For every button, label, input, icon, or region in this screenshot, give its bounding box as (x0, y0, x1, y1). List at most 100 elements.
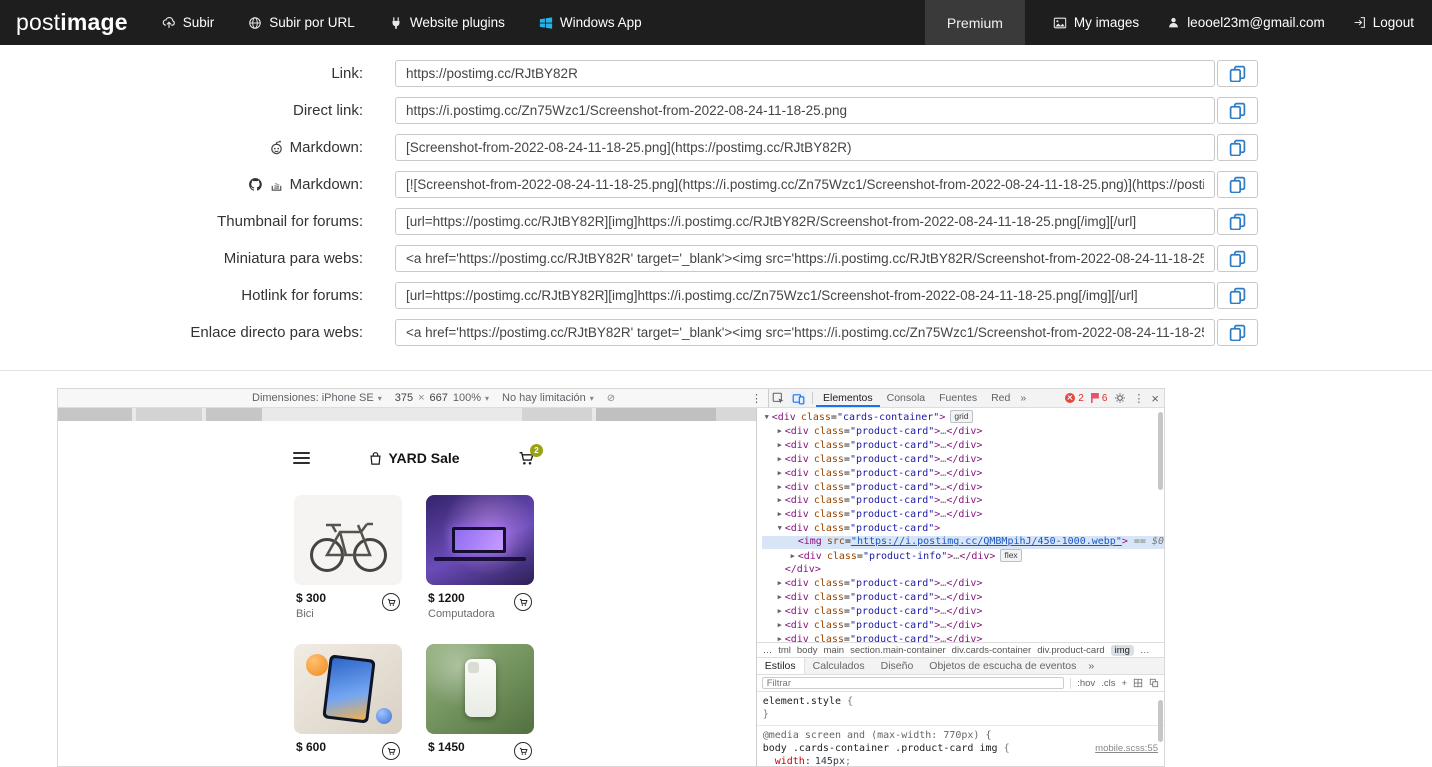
issues-flag-icon (1090, 393, 1099, 403)
add-to-cart-icon (382, 593, 400, 611)
copy-direct-web-button[interactable] (1217, 319, 1258, 346)
my-images-link[interactable]: My images (1053, 15, 1139, 30)
expand-arrow-icon: ▶ (777, 592, 782, 601)
copy-hotlink-forums-button[interactable] (1217, 282, 1258, 309)
copy-thumbnail-forums-button[interactable] (1217, 208, 1258, 235)
hotlink-forums-input[interactable] (395, 282, 1215, 309)
product-grid: $ 300 Bici $ 1200 Computadora $ 600 $ 14… (279, 495, 549, 760)
link-label: Link: (331, 65, 363, 82)
device-select: Dimensiones: iPhone SE ▾ (252, 392, 382, 404)
selected-node-marker: == $0 (1133, 536, 1164, 548)
tree-node-product-info: ▶<divclass=product-info>…</div>flex (762, 549, 1164, 564)
expand-arrow-icon: ▶ (777, 454, 782, 463)
error-count: 2 (1078, 392, 1084, 404)
product-photo-computer (426, 495, 534, 585)
styles-tab: Estilos (756, 658, 805, 674)
styles-filter-input (761, 677, 1065, 689)
throttling-select: No hay limitación ▾ (502, 392, 594, 404)
no-throttle-icon: ⊘ (606, 392, 616, 404)
cloud-upload-icon (162, 16, 176, 30)
scrollbar-thumb (1158, 412, 1163, 490)
direct-web-input[interactable] (395, 319, 1215, 346)
nav-upload[interactable]: Subir (162, 15, 214, 30)
kebab-menu-icon: ⋮ (751, 392, 762, 405)
scrollbar-thumb (1158, 700, 1163, 742)
product-price: $ 1200 (428, 591, 465, 605)
error-badge: 2 (1065, 393, 1084, 404)
logo-text-bold: image (60, 9, 128, 35)
logout-icon (1353, 16, 1366, 29)
nav-windows-app-label: Windows App (559, 15, 642, 30)
tree-node-product-card: ▶<divclass=product-card>…</div> (762, 605, 1164, 619)
tree-node-img-selected: <imgsrc=https://i.postimg.cc/QMBMpihJ/45… (761, 536, 1164, 550)
thumbnail-web-input[interactable] (395, 245, 1215, 272)
github-icon (248, 177, 263, 192)
issue-count: 6 (1101, 392, 1108, 404)
copy-markdown-reddit-button[interactable] (1217, 134, 1258, 161)
uploaded-screenshot-preview[interactable]: Dimensiones: iPhone SE ▾ 375 × 667 100% … (57, 388, 1165, 767)
nav-windows-app[interactable]: Windows App (539, 15, 642, 30)
direct-link-input[interactable] (395, 97, 1215, 124)
app-logo-text: YARD Sale (388, 450, 460, 466)
nav-upload-by-url[interactable]: Subir por URL (248, 15, 355, 30)
copy-markdown-github-button[interactable] (1217, 171, 1258, 198)
zoom-value: 100% (452, 392, 481, 404)
add-to-cart-icon (514, 593, 532, 611)
expand-arrow-icon: ▶ (777, 426, 782, 435)
logout-link[interactable]: Logout (1353, 15, 1414, 30)
thumbnail-web-row: Miniatura para webs: (0, 245, 1432, 272)
stackoverflow-icon (269, 177, 284, 192)
tree-node-product-card: ▶<divclass=product-card>…</div> (762, 467, 1164, 481)
cart-count-badge: 2 (529, 443, 543, 457)
breadcrumb-item: body (796, 644, 818, 656)
styles-tabs: Estilos Calculados Diseño Objetos de esc… (756, 658, 1085, 674)
add-to-cart-icon (382, 742, 400, 760)
viewport-height-value: 667 (429, 392, 448, 404)
more-tabs-chevron: » (1088, 660, 1095, 672)
account-menu[interactable]: leooel23m@gmail.com (1167, 15, 1325, 30)
app-header: YARD Sale 2 (279, 443, 549, 473)
expand-arrow-icon: ▶ (777, 468, 782, 477)
account-email: leooel23m@gmail.com (1187, 15, 1325, 30)
device-dimensions-label: Dimensiones: iPhone SE (252, 392, 374, 404)
markdown-github-input[interactable] (395, 171, 1215, 198)
breadcrumb-item: img (1110, 644, 1134, 656)
product-photo-tablet (294, 644, 402, 734)
copy-link-button[interactable] (1217, 60, 1258, 87)
my-images-label: My images (1073, 15, 1140, 30)
devtools-tab: Red (991, 392, 1011, 404)
markdown-reddit-input[interactable] (395, 134, 1215, 161)
thumbnail-forums-input[interactable] (395, 208, 1215, 235)
tree-node-product-card: ▶<divclass=product-card>…</div> (762, 619, 1164, 633)
markdown-reddit-label: Markdown: (289, 139, 363, 156)
copy-direct-link-button[interactable] (1217, 97, 1258, 124)
devtools-styles-pane: element.style { } @media screen and (max… (756, 692, 1164, 766)
tree-node-product-card: ▶<divclass=product-card>…</div> (762, 633, 1164, 643)
hotlink-forums-row: Hotlink for forums: (0, 282, 1432, 309)
tree-node-product-card: ▶<divclass=product-card>…</div> (762, 577, 1164, 591)
hotlink-forums-label: Hotlink for forums: (241, 287, 363, 304)
devtools-tab: Elementos (816, 389, 880, 407)
copy-thumbnail-web-button[interactable] (1217, 245, 1258, 272)
thumbnail-forums-label: Thumbnail for forums: (217, 213, 363, 230)
stylesheet-source-link: mobile.scss:55 (1095, 743, 1158, 754)
images-icon (1053, 16, 1067, 30)
styles-tab: Objetos de escucha de eventos (929, 660, 1077, 672)
tree-node-product-card: ▶<divclass=product-card>…</div> (762, 439, 1164, 453)
issues-badge: 6 (1090, 392, 1108, 404)
expand-arrow-icon: ▶ (777, 578, 782, 587)
media-query-rule: @media screen and (max-width: 770px) { (762, 730, 992, 741)
more-tabs-chevron: » (1020, 392, 1027, 404)
nav-website-plugins[interactable]: Website plugins (389, 15, 505, 30)
postimage-logo[interactable]: postimage (16, 9, 128, 36)
product-card-tablet: $ 600 (294, 644, 402, 760)
caret-down-icon: ▾ (485, 393, 490, 403)
premium-button[interactable]: Premium (924, 0, 1025, 45)
separator (812, 392, 813, 404)
mobile-viewport: YARD Sale 2 $ 300 Bici $ 1200 Computador… (279, 443, 549, 760)
devtools-tab-bar: Elementos Consola Fuentes Red » 2 6 ⋮ × (769, 389, 1164, 408)
link-input[interactable] (395, 60, 1215, 87)
devtools-panel: ▼<divclass=cards-container>grid ▶<divcla… (756, 408, 1164, 766)
devtools-tab: Fuentes (939, 392, 978, 404)
nav-upload-by-url-label: Subir por URL (269, 15, 355, 30)
